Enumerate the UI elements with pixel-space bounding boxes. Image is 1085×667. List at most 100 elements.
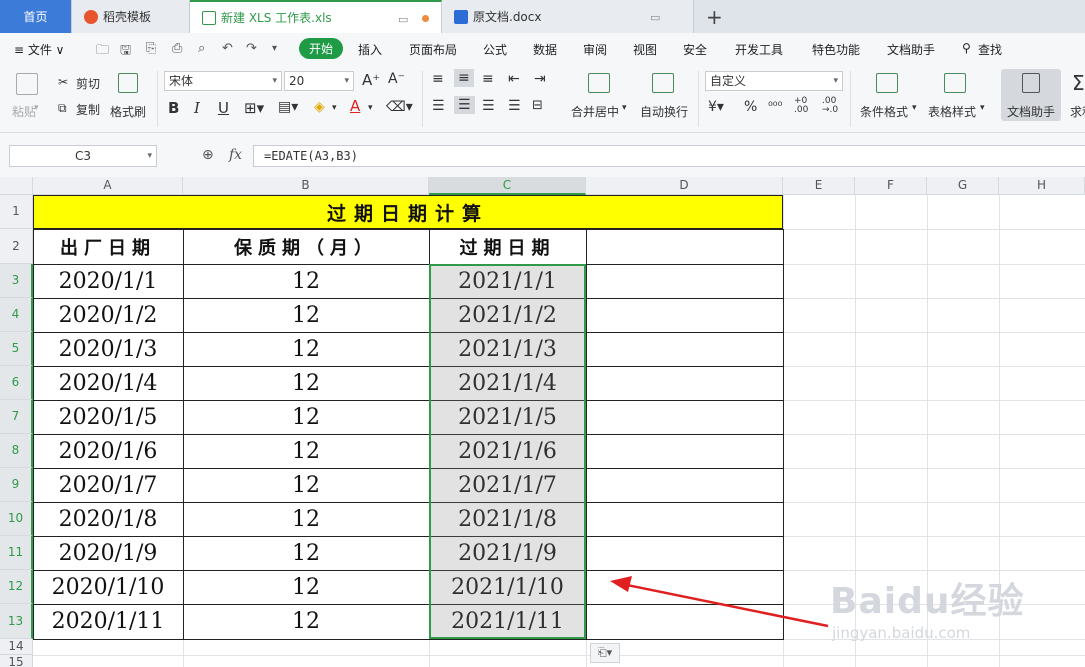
open-folder-icon[interactable]: 🗀 (96, 41, 109, 63)
percent-icon[interactable]: % (744, 99, 757, 115)
menu-doc-assistant[interactable]: 文档助手 (887, 41, 935, 58)
data-cell-c5[interactable]: 2021/1/3 (429, 332, 586, 366)
column-header-h[interactable]: H (999, 177, 1085, 195)
column-header-c[interactable]: C (429, 177, 586, 195)
currency-icon[interactable]: ¥▾ (708, 99, 724, 115)
header-cell-c[interactable]: 过期日期 (429, 229, 586, 264)
select-all-corner[interactable] (0, 177, 33, 195)
data-cell-a6[interactable]: 2020/1/4 (33, 366, 183, 400)
redo-icon[interactable]: ↷ (246, 41, 257, 56)
new-tab-plus-icon[interactable]: + (706, 5, 723, 29)
data-cell-b12[interactable]: 12 (183, 570, 429, 604)
data-cell-a11[interactable]: 2020/1/9 (33, 536, 183, 570)
data-cell-a4[interactable]: 2020/1/2 (33, 298, 183, 332)
align-top-icon[interactable]: ≡ (432, 71, 444, 87)
zoom-formula-icon[interactable]: ⊕ (202, 147, 214, 163)
clear-format-eraser-icon[interactable]: ⌫▾ (386, 99, 413, 115)
decrease-indent-icon[interactable]: ⇤ (508, 71, 520, 87)
tab-daoke-templates[interactable]: 稻壳模板 (72, 0, 190, 33)
column-header-e[interactable]: E (783, 177, 855, 195)
row-header-2[interactable]: 2 (0, 229, 33, 264)
wrap-text-button[interactable]: 自动换行 (640, 103, 688, 120)
cond-format-dropdown-icon[interactable]: ▾ (912, 103, 917, 113)
data-cell-a5[interactable]: 2020/1/3 (33, 332, 183, 366)
number-format-select[interactable]: 自定义 ▾ (705, 71, 843, 91)
align-right-icon[interactable]: ☰ (482, 98, 495, 114)
increase-decimal-icon[interactable]: +0.00 (794, 97, 808, 115)
bold-icon[interactable]: B (168, 99, 179, 117)
increase-indent-icon[interactable]: ⇥ (534, 71, 546, 87)
window-toggle-icon[interactable]: ▭ (398, 13, 408, 26)
font-color-dropdown-icon[interactable]: ▾ (368, 103, 373, 113)
data-cell-a13[interactable]: 2020/1/11 (33, 604, 183, 639)
data-cell-a8[interactable]: 2020/1/6 (33, 434, 183, 468)
menu-security[interactable]: 安全 (683, 41, 707, 58)
cut-button[interactable]: 剪切 (76, 75, 100, 92)
align-bottom-icon[interactable]: ≡ (482, 71, 494, 87)
row-header-9[interactable]: 9 (0, 468, 33, 502)
export-icon[interactable]: ⎘ (146, 41, 156, 56)
sum-sigma-icon[interactable]: Σ (1072, 71, 1085, 95)
paste-button[interactable]: 粘贴 (12, 103, 36, 120)
data-cell-c11[interactable]: 2021/1/9 (429, 536, 586, 570)
sum-button[interactable]: 求和 (1070, 103, 1085, 120)
column-header-b[interactable]: B (183, 177, 429, 195)
menu-formulas[interactable]: 公式 (483, 41, 507, 58)
data-cell-b13[interactable]: 12 (183, 604, 429, 639)
data-cell-c12[interactable]: 2021/1/10 (429, 570, 586, 604)
row-header-3[interactable]: 3 (0, 264, 33, 298)
merge-dropdown-icon[interactable]: ▾ (622, 103, 627, 113)
table-style-button[interactable]: 表格样式 (928, 103, 976, 120)
data-cell-c9[interactable]: 2021/1/7 (429, 468, 586, 502)
fill-color-dropdown-icon[interactable]: ▾ (332, 103, 337, 113)
column-header-d[interactable]: D (586, 177, 783, 195)
data-cell-b6[interactable]: 12 (183, 366, 429, 400)
merge-center-button[interactable]: 合并居中 (571, 103, 619, 120)
row-header-14[interactable]: 14 (0, 639, 33, 655)
row-header-15[interactable]: 15 (0, 655, 33, 667)
align-center-icon[interactable]: ☰ (454, 96, 475, 114)
quick-access-dropdown-icon[interactable]: ▾ (272, 43, 277, 54)
data-cell-a9[interactable]: 2020/1/7 (33, 468, 183, 502)
data-cell-c6[interactable]: 2021/1/4 (429, 366, 586, 400)
column-header-g[interactable]: G (927, 177, 999, 195)
row-header-11[interactable]: 11 (0, 536, 33, 570)
row-header-8[interactable]: 8 (0, 434, 33, 468)
fill-pattern-icon[interactable]: ▤▾ (278, 99, 298, 115)
menu-view[interactable]: 视图 (633, 41, 657, 58)
row-header-1[interactable]: 1 (0, 195, 33, 229)
print-icon[interactable]: ⎙ (172, 41, 182, 56)
copy-button[interactable]: 复制 (76, 101, 100, 118)
data-cell-b3[interactable]: 12 (183, 264, 429, 298)
column-header-a[interactable]: A (33, 177, 183, 195)
row-header-10[interactable]: 10 (0, 502, 33, 536)
menu-start[interactable]: 开始 (299, 38, 343, 59)
data-cell-a3[interactable]: 2020/1/1 (33, 264, 183, 298)
data-cell-c3[interactable]: 2021/1/1 (429, 264, 586, 298)
distributed-icon[interactable]: ⊟ (532, 98, 543, 113)
align-middle-icon[interactable]: ≡ (454, 69, 474, 87)
justify-icon[interactable]: ☰ (508, 98, 521, 114)
menu-search[interactable]: 查找 (978, 41, 1002, 58)
fill-color-icon[interactable]: ◈ (314, 99, 325, 115)
tab-docx-document[interactable]: 原文档.docx ▭ (442, 0, 694, 33)
menu-review[interactable]: 审阅 (583, 41, 607, 58)
merged-title-cell[interactable]: 过期日期计算 (33, 195, 783, 229)
decrease-font-icon[interactable]: A⁻ (388, 71, 405, 87)
data-cell-b9[interactable]: 12 (183, 468, 429, 502)
data-cell-c7[interactable]: 2021/1/5 (429, 400, 586, 434)
tab-xls-workbook[interactable]: 新建 XLS 工作表.xls ▭ (190, 0, 442, 33)
save-icon[interactable]: 🖫 (120, 41, 131, 63)
increase-font-icon[interactable]: A⁺ (362, 71, 380, 89)
data-cell-b7[interactable]: 12 (183, 400, 429, 434)
paste-clipboard-icon[interactable] (16, 73, 38, 95)
row-header-4[interactable]: 4 (0, 298, 33, 332)
data-cell-b11[interactable]: 12 (183, 536, 429, 570)
data-cell-c13[interactable]: 2021/1/11 (429, 604, 586, 639)
row-header-13[interactable]: 13 (0, 604, 33, 639)
menu-page-layout[interactable]: 页面布局 (409, 41, 457, 58)
data-cell-b4[interactable]: 12 (183, 298, 429, 332)
font-size-select[interactable]: 20 ▾ (284, 71, 354, 91)
data-cell-a10[interactable]: 2020/1/8 (33, 502, 183, 536)
font-color-icon[interactable]: A (350, 97, 360, 115)
